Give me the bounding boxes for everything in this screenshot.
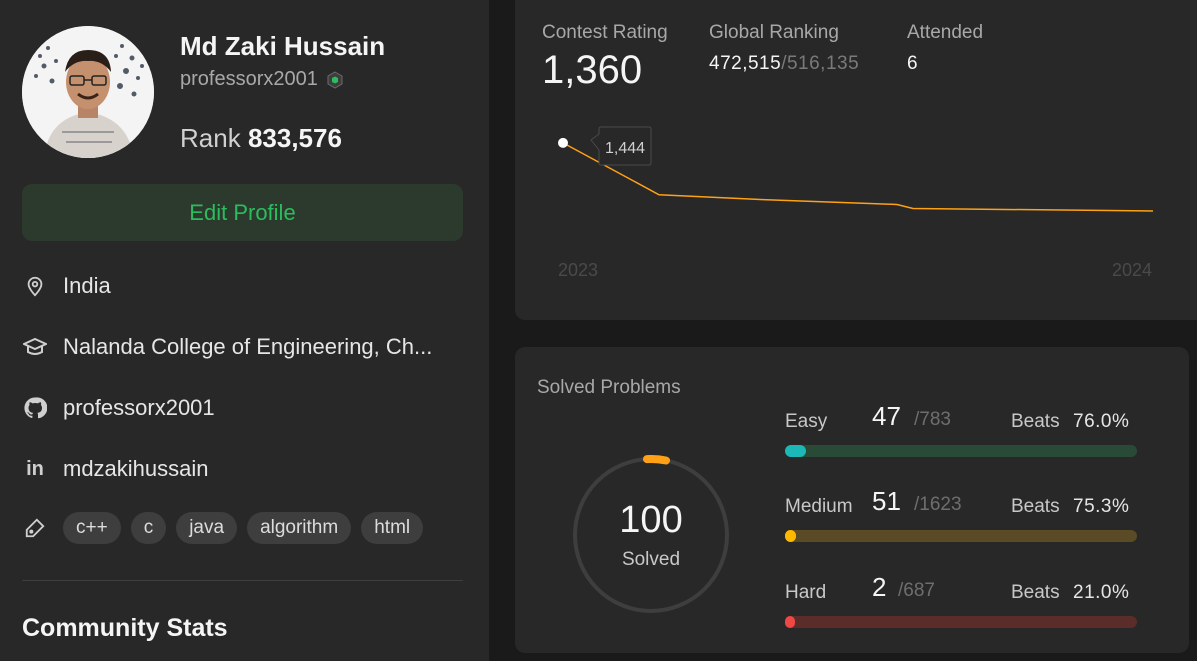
solved-total-label: Solved	[621, 549, 681, 570]
beats-label: Beats	[1011, 411, 1060, 432]
beats-value: 21.0%	[1073, 582, 1130, 603]
linkedin-text: mdzakihussain	[63, 456, 209, 481]
progress-fill	[785, 445, 807, 457]
progress-fill	[785, 616, 795, 628]
rank: Rank 833,576	[180, 123, 342, 154]
difficulty-total: /687	[898, 580, 935, 601]
skill-tag[interactable]: algorithm	[247, 512, 352, 544]
location-text: India	[63, 273, 111, 298]
rank-value: 833,576	[247, 123, 342, 153]
github-row[interactable]: professorx2001	[22, 393, 215, 423]
beats-value: 75.3%	[1073, 496, 1130, 517]
verified-badge-icon	[327, 70, 343, 89]
difficulty-name: Hard	[785, 582, 827, 603]
difficulty-solved: 51	[872, 486, 901, 516]
progress-fill	[785, 530, 796, 542]
chart-tick-label: 2024	[1112, 260, 1152, 280]
linkedin-row[interactable]: in mdzakihussain	[22, 454, 209, 484]
username-text: professorx2001	[180, 68, 318, 90]
solved-ring[interactable]: 100 Solved	[571, 455, 731, 615]
school-row: Nalanda College of Engineering, Ch...	[22, 332, 432, 362]
difficulty-solved: 2	[872, 572, 887, 602]
graduation-cap-icon	[22, 334, 48, 360]
skill-tags: c++ c java algorithm html	[63, 512, 424, 544]
github-text: professorx2001	[63, 395, 215, 420]
difficulty-total: /1623	[914, 494, 962, 515]
profile-panel: Md Zaki Hussain professorx2001 Rank 833,…	[0, 0, 489, 661]
difficulty-easy[interactable]: Easy 47 /783 Beats 76.0%	[785, 401, 1137, 457]
linkedin-icon: in	[26, 457, 44, 480]
community-stats-title: Community Stats	[22, 614, 228, 642]
beats-label: Beats	[1011, 496, 1060, 517]
skill-tag[interactable]: html	[361, 512, 424, 544]
difficulty-name: Medium	[785, 496, 853, 517]
profile-name: Md Zaki Hussain	[180, 31, 386, 61]
location-row: India	[22, 271, 111, 301]
chart-tooltip: 1,444	[590, 126, 652, 166]
progress-bar	[785, 530, 1137, 542]
skill-tag[interactable]: java	[176, 512, 238, 544]
skill-tag[interactable]: c++	[63, 512, 121, 544]
rank-label: Rank	[180, 123, 241, 153]
progress-bar	[785, 445, 1137, 457]
school-text: Nalanda College of Engineering, Ch...	[63, 334, 433, 359]
tag-icon	[22, 515, 48, 541]
edit-profile-button[interactable]: Edit Profile	[22, 184, 463, 241]
location-pin-icon	[22, 273, 48, 299]
beats-label: Beats	[1011, 582, 1060, 603]
ring-progress-arc	[643, 455, 670, 465]
chart-tooltip-value: 1,444	[605, 140, 645, 157]
solved-problems-card: Solved Problems 100 Solved Easy 47 /783 …	[515, 347, 1189, 653]
rating-point[interactable]	[558, 137, 568, 148]
github-icon	[22, 395, 48, 421]
difficulty-solved: 47	[872, 401, 901, 431]
rating-chart[interactable]: 1,444 2023 2024	[515, 0, 1197, 320]
solved-total: 100	[619, 499, 683, 541]
difficulty-hard[interactable]: Hard 2 /687 Beats 21.0%	[785, 572, 1137, 628]
solved-problems-title: Solved Problems	[537, 377, 681, 398]
difficulty-medium[interactable]: Medium 51 /1623 Beats 75.3%	[785, 486, 1137, 542]
avatar[interactable]	[22, 26, 154, 158]
skill-tag[interactable]: c	[130, 512, 167, 544]
beats-value: 76.0%	[1073, 411, 1130, 432]
difficulty-total: /783	[914, 409, 951, 430]
contest-rating-card: Contest Rating 1,360 Global Ranking 472,…	[515, 0, 1197, 320]
chart-tick-label: 2023	[558, 260, 598, 280]
username: professorx2001	[180, 68, 344, 91]
skills-row: c++ c java algorithm html	[22, 512, 424, 544]
divider	[22, 580, 463, 581]
progress-bar	[785, 616, 1137, 628]
difficulty-name: Easy	[785, 411, 828, 432]
